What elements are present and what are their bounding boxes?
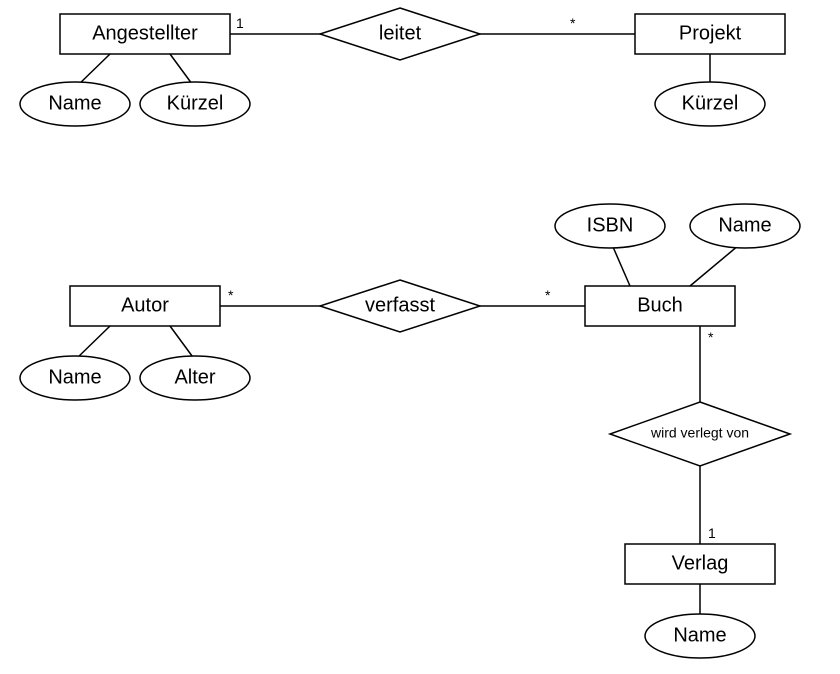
card-projekt-leitet: * [570,15,576,31]
entity-angestellter-label: Angestellter [92,22,198,44]
relationship-verlegtVon-label: wird verlegt von [650,425,749,441]
card-buch-verlegtVon: * [708,329,714,345]
attr-autor-name-label: Name [48,366,101,388]
attr-autor-alter-label: Alter [174,366,215,388]
edge-autor-name [75,326,110,360]
relationship-leitet-label: leitet [379,22,422,44]
card-angestellter-leitet: 1 [236,15,244,31]
attr-verlag-name-label: Name [673,624,726,646]
er-diagram: Angestellter leitet Projekt 1 * Name Kür… [0,0,840,674]
attr-angestellter-name-label: Name [48,92,101,114]
card-buch-verfasst: * [545,287,551,303]
attr-projekt-kuerzel-label: Kürzel [682,92,739,114]
attr-angestellter-kuerzel-label: Kürzel [167,92,224,114]
entity-autor-label: Autor [121,294,169,316]
edge-autor-alter [170,326,195,360]
entity-projekt-label: Projekt [679,22,742,44]
entity-buch-label: Buch [637,294,683,316]
relationship-verfasst-label: verfasst [365,294,435,316]
card-verlag-verlegtVon: 1 [708,525,716,541]
attr-buch-isbn-label: ISBN [587,214,634,236]
attr-buch-name-label: Name [718,214,771,236]
entity-verlag-label: Verlag [672,552,729,574]
card-autor-verfasst: * [228,287,234,303]
